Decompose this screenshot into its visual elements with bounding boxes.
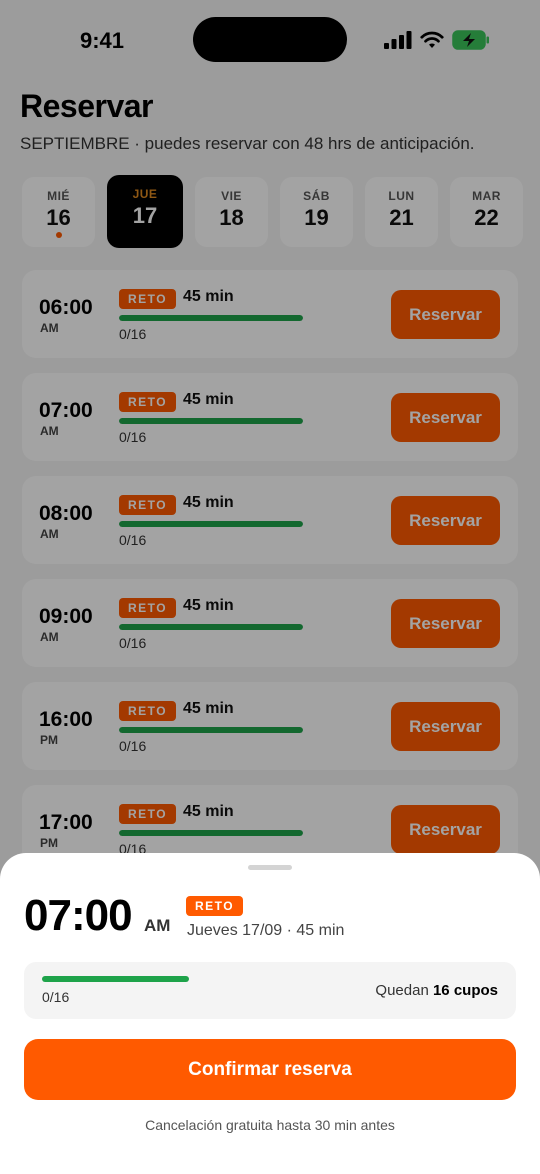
- sheet-drag-handle[interactable]: [248, 865, 292, 870]
- class-date-info: Jueves 17/09 · 45 min: [187, 922, 345, 939]
- capacity-count: 0/16: [42, 989, 70, 1005]
- confirm-reservation-button[interactable]: Confirmar reserva: [24, 1039, 516, 1100]
- remaining-prefix: Quedan: [375, 982, 429, 999]
- cancellation-note: Cancelación gratuita hasta 30 min antes: [145, 1117, 395, 1133]
- selected-ampm: AM: [144, 916, 171, 935]
- capacity-bar: [42, 976, 189, 982]
- remaining-value: 16 cupos: [432, 982, 498, 999]
- remaining-spots: Quedan 16 cupos: [375, 982, 498, 999]
- booking-bottom-sheet: 07:00 AM RETO Jueves 17/09 · 45 min 0/16…: [0, 853, 540, 1174]
- capacity-box: 0/16 Quedan 16 cupos: [24, 962, 516, 1019]
- class-type-badge: RETO: [186, 896, 244, 916]
- selected-time: 07:00: [24, 891, 133, 940]
